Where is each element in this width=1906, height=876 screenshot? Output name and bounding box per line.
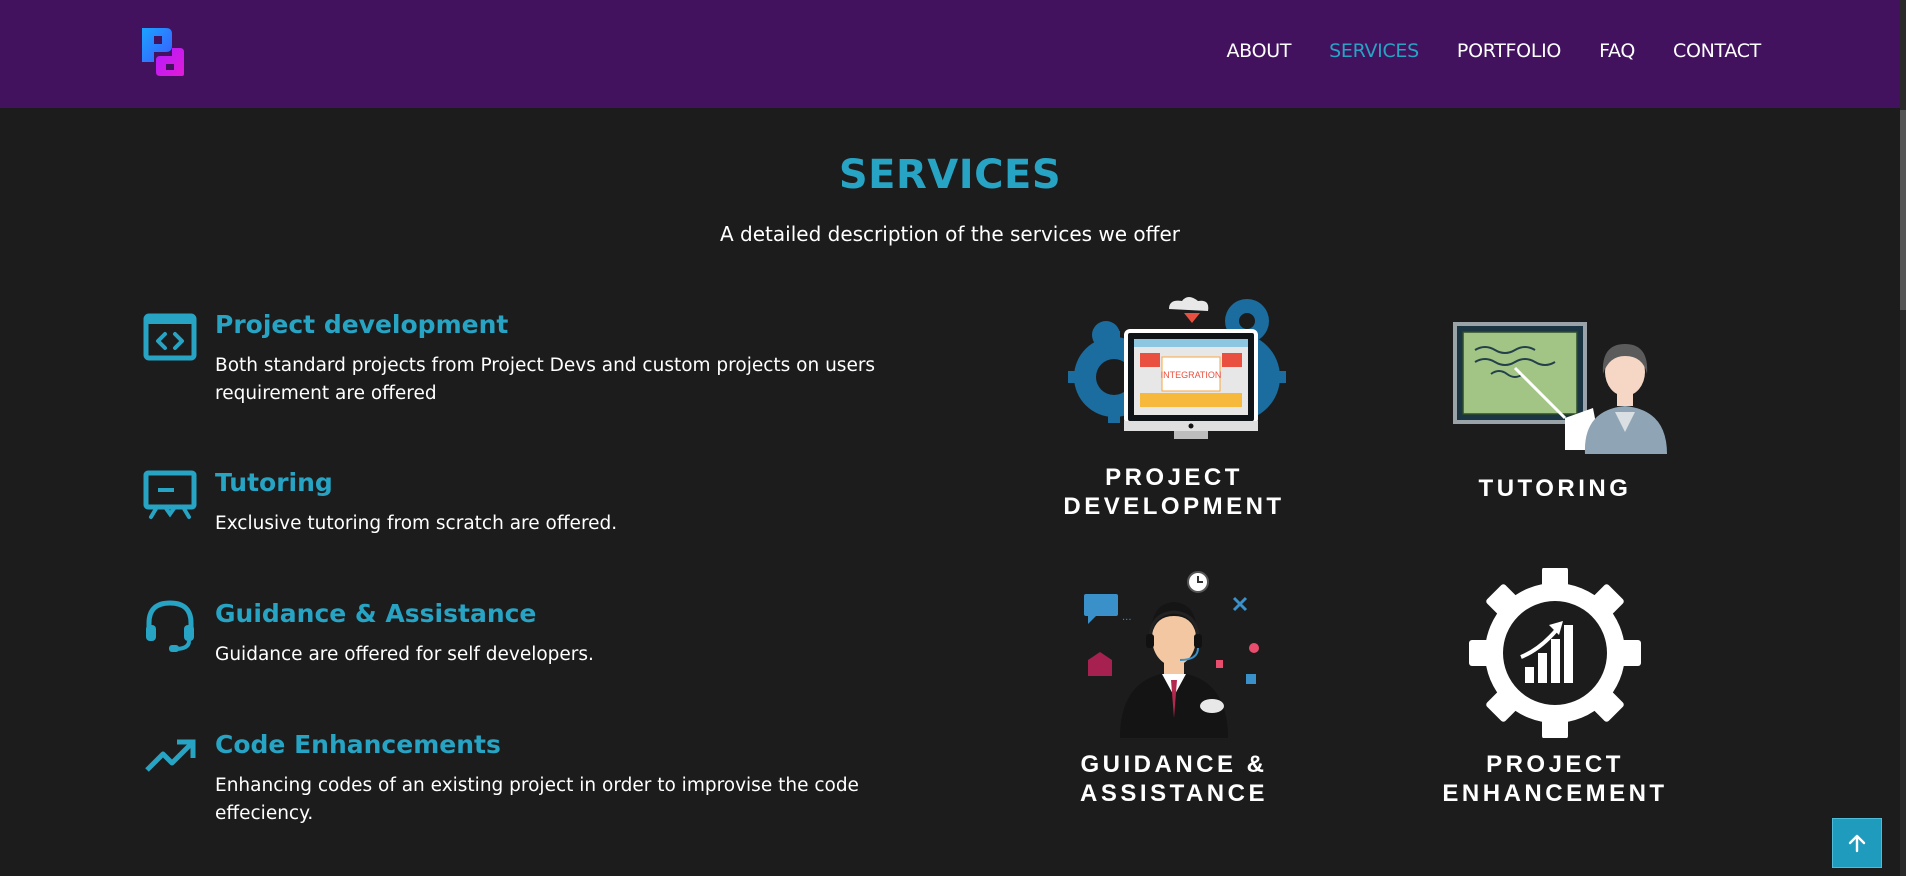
service-title: Guidance & Assistance	[215, 599, 537, 628]
service-description: Enhancing codes of an existing project i…	[215, 775, 859, 824]
main-nav: ABOUT SERVICES PORTFOLIO FAQ CONTACT	[1226, 40, 1761, 62]
service-description: Exclusive tutoring from scratch are offe…	[215, 513, 618, 534]
service-title: Code Enhancements	[215, 730, 501, 759]
service-title: Tutoring	[215, 468, 333, 497]
headset-icon	[146, 600, 194, 652]
code-icon	[143, 313, 197, 361]
scrollbar-thumb[interactable]	[1900, 110, 1906, 310]
arrow-up-icon	[1848, 834, 1866, 853]
presentation-board-icon	[143, 470, 197, 519]
tutor-board-illustration	[1453, 322, 1667, 454]
pd-logo[interactable]	[140, 26, 186, 78]
section-title: SERVICES	[838, 152, 1062, 198]
site-header: ABOUT SERVICES PORTFOLIO FAQ CONTACT	[0, 0, 1906, 108]
nav-about[interactable]: ABOUT	[1226, 40, 1291, 62]
card-project-enhancement: PROJECT ENHANCEMENT	[1405, 568, 1705, 808]
nav-services[interactable]: SERVICES	[1329, 40, 1419, 62]
nav-portfolio[interactable]: PORTFOLIO	[1457, 40, 1561, 62]
nav-contact[interactable]: CONTACT	[1673, 40, 1761, 62]
support-agent-illustration: ...	[1084, 571, 1259, 738]
service-description: Guidance are offered for self developers…	[215, 644, 594, 665]
scroll-to-top-button[interactable]	[1832, 818, 1882, 868]
integration-gears-illustration: INTEGRATION	[1068, 297, 1286, 439]
card-tutoring: TUTORING	[1405, 320, 1705, 510]
gear-chart-illustration	[1469, 568, 1641, 738]
card-label: PROJECT ENHANCEMENT	[1442, 751, 1668, 807]
card-label: PROJECT DEVELOPMENT	[1063, 464, 1285, 520]
card-label: TUTORING	[1478, 475, 1632, 502]
trending-up-icon	[145, 739, 196, 772]
nav-faq[interactable]: FAQ	[1599, 40, 1635, 62]
page-scrollbar[interactable]	[1900, 0, 1906, 876]
svg-text:...: ...	[1122, 612, 1132, 623]
card-project-development: INTEGRATION PROJECT DEVELOPMENT	[1024, 295, 1324, 525]
card-guidance: ... GUIDANCE & ASSISTANCE	[1024, 568, 1324, 808]
service-title: Project development	[215, 310, 509, 339]
service-description: Both standard projects from Project Devs…	[215, 355, 876, 404]
card-label: GUIDANCE & ASSISTANCE	[1080, 751, 1268, 807]
section-subtitle: A detailed description of the services w…	[720, 222, 1180, 246]
integration-text: INTEGRATION	[1161, 370, 1222, 380]
